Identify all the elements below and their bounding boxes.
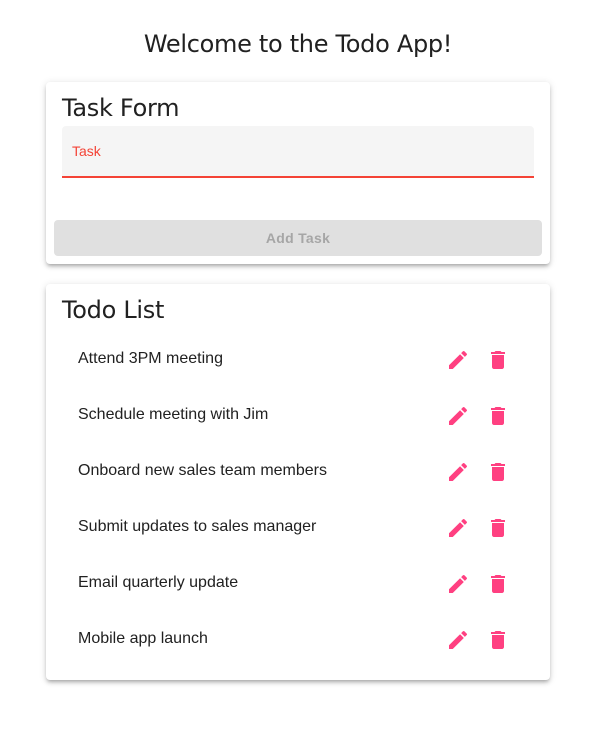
todo-item-text: Attend 3PM meeting [78,350,223,367]
todo-item-text: Schedule meeting with Jim [78,406,269,423]
list-item: Attend 3PM meeting [46,332,550,388]
trash-icon [491,519,505,537]
pencil-icon [449,574,468,593]
todo-list: Attend 3PM meeting Schedule meeting with… [46,332,550,668]
list-item: Mobile app launch [46,612,550,668]
list-item: Onboard new sales team members [46,444,550,500]
trash-icon [491,463,505,481]
delete-button[interactable] [484,514,512,542]
trash-icon [491,575,505,593]
page: Welcome to the Todo App! Task Form Task … [0,0,609,730]
welcome-heading: Welcome to the Todo App! [143,30,453,58]
trash-icon [491,631,505,649]
todo-item-text: Onboard new sales team members [78,462,327,479]
todo-list-card: Todo List Attend 3PM meeting Schedule me… [46,284,550,680]
delete-button[interactable] [484,458,512,486]
trash-icon [491,407,505,425]
pencil-icon [449,518,468,537]
task-input[interactable] [72,146,526,172]
add-task-button[interactable]: Add Task [54,220,542,256]
edit-button[interactable] [444,458,472,486]
edit-button[interactable] [444,514,472,542]
edit-button[interactable] [444,570,472,598]
delete-button[interactable] [484,570,512,598]
todo-list-title: Todo List [62,296,165,324]
delete-button[interactable] [484,346,512,374]
delete-button[interactable] [484,626,512,654]
pencil-icon [449,462,468,481]
pencil-icon [449,406,468,425]
task-form-card: Task Form Task Add Task [46,82,550,264]
pencil-icon [449,630,468,649]
edit-button[interactable] [444,626,472,654]
todo-item-text: Email quarterly update [78,574,239,591]
edit-button[interactable] [444,402,472,430]
todo-item-text: Mobile app launch [78,630,208,647]
list-item: Submit updates to sales manager [46,500,550,556]
list-item: Schedule meeting with Jim [46,388,550,444]
task-form-title: Task Form [62,94,180,122]
delete-button[interactable] [484,402,512,430]
pencil-icon [449,350,468,369]
trash-icon [491,351,505,369]
task-field[interactable]: Task [62,126,534,178]
edit-button[interactable] [444,346,472,374]
todo-item-text: Submit updates to sales manager [78,518,317,535]
list-item: Email quarterly update [46,556,550,612]
